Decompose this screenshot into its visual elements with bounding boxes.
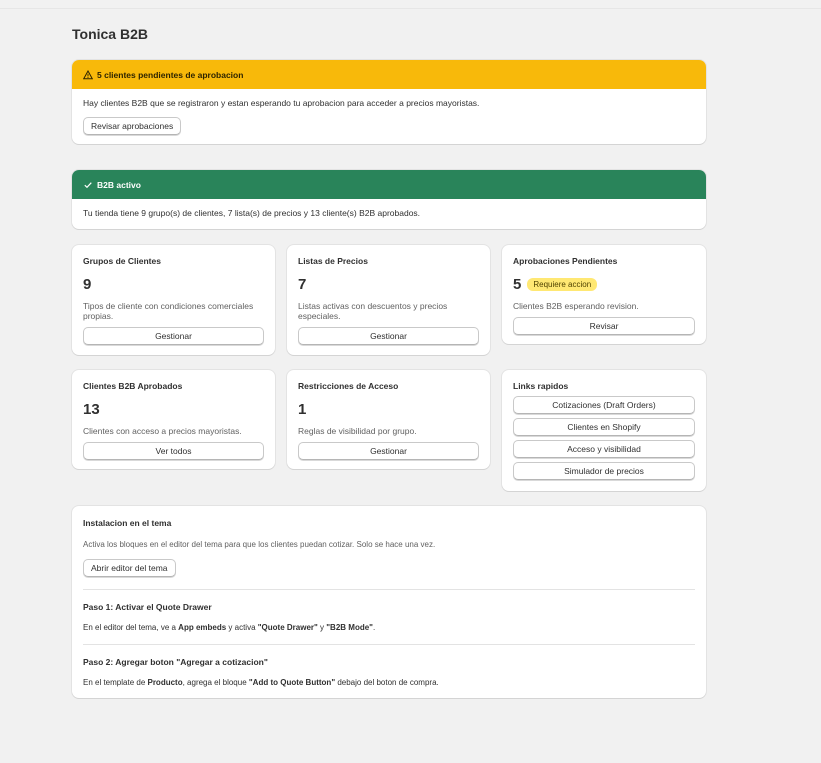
- card-description: Reglas de visibilidad por grupo.: [298, 426, 417, 436]
- banner-message: Tu tienda tiene 9 grupo(s) de clientes, …: [83, 208, 421, 218]
- card-title: Restricciones de Acceso: [298, 381, 399, 391]
- card-description: Listas activas con descuentos y precios …: [298, 301, 448, 321]
- view-all-button[interactable]: Ver todos: [83, 442, 264, 460]
- manage-groups-button[interactable]: Gestionar: [83, 327, 264, 345]
- banner-header: 5 clientes pendientes de aprobacion: [72, 60, 706, 89]
- banner-title: 5 clientes pendientes de aprobacion: [97, 69, 244, 80]
- top-divider: [0, 8, 821, 9]
- b2b-active-banner: B2B activo Tu tienda tiene 9 grupo(s) de…: [72, 170, 706, 229]
- quick-link-access-visibility[interactable]: Acceso y visibilidad: [513, 440, 695, 458]
- status-badge: Requiere accion: [527, 277, 598, 291]
- checkmark-icon: [83, 180, 95, 190]
- section-description: Activa los bloques en el editor del tema…: [83, 540, 436, 549]
- card-title: Grupos de Clientes: [83, 256, 161, 266]
- card-description: Clientes con acceso a precios mayoristas…: [83, 426, 242, 436]
- card-title: Listas de Precios: [298, 256, 368, 266]
- card-count-row: 5 Requiere accion: [513, 275, 695, 293]
- review-approvals-button[interactable]: Revisar aprobaciones: [83, 117, 182, 135]
- card-description: Tipos de cliente con condiciones comerci…: [83, 301, 254, 321]
- card-title: Clientes B2B Aprobados: [83, 381, 183, 391]
- divider: [83, 589, 695, 590]
- card-description: Clientes B2B esperando revision.: [513, 301, 639, 311]
- manage-restrictions-button[interactable]: Gestionar: [298, 442, 479, 460]
- section-title: Instalacion en el tema: [83, 518, 172, 528]
- quick-link-shopify-customers[interactable]: Clientes en Shopify: [513, 418, 695, 436]
- open-theme-editor-button[interactable]: Abrir editor del tema: [83, 559, 176, 577]
- step-1-title: Paso 1: Activar el Quote Drawer: [83, 602, 212, 612]
- price-lists-card: Listas de Precios 7 Listas activas con d…: [287, 245, 490, 355]
- banner-message: Hay clientes B2B que se registraron y es…: [83, 98, 480, 108]
- quick-link-price-simulator[interactable]: Simulador de precios: [513, 462, 695, 480]
- divider: [83, 644, 695, 645]
- access-restrictions-card: Restricciones de Acceso 1 Reglas de visi…: [287, 370, 490, 469]
- pending-approvals-banner: 5 clientes pendientes de aprobacion Hay …: [72, 60, 706, 144]
- page-title: Tonica B2B: [72, 26, 148, 42]
- pending-approvals-card: Aprobaciones Pendientes 5 Requiere accio…: [502, 245, 706, 344]
- warning-icon: [83, 69, 95, 80]
- card-count: 1: [298, 400, 307, 418]
- card-count: 9: [83, 275, 92, 293]
- review-button[interactable]: Revisar: [513, 317, 695, 335]
- step-2-title: Paso 2: Agregar boton "Agregar a cotizac…: [83, 657, 268, 667]
- approved-clients-card: Clientes B2B Aprobados 13 Clientes con a…: [72, 370, 275, 469]
- quick-link-draft-orders[interactable]: Cotizaciones (Draft Orders): [513, 396, 695, 414]
- quick-links-card: Links rapidos Cotizaciones (Draft Orders…: [502, 370, 706, 491]
- card-title: Links rapidos: [513, 381, 569, 391]
- step-1-text: En el editor del tema, ve a App embeds y…: [83, 623, 376, 632]
- banner-header: B2B activo: [72, 170, 706, 199]
- card-count: 7: [298, 275, 307, 293]
- banner-title: B2B activo: [97, 179, 141, 190]
- card-count: 5: [513, 275, 522, 293]
- step-2-text: En el template de Producto, agrega el bl…: [83, 678, 439, 687]
- card-count: 13: [83, 400, 100, 418]
- card-title: Aprobaciones Pendientes: [513, 256, 618, 266]
- customer-groups-card: Grupos de Clientes 9 Tipos de cliente co…: [72, 245, 275, 355]
- manage-price-lists-button[interactable]: Gestionar: [298, 327, 479, 345]
- theme-install-card: Instalacion en el tema Activa los bloque…: [72, 506, 706, 698]
